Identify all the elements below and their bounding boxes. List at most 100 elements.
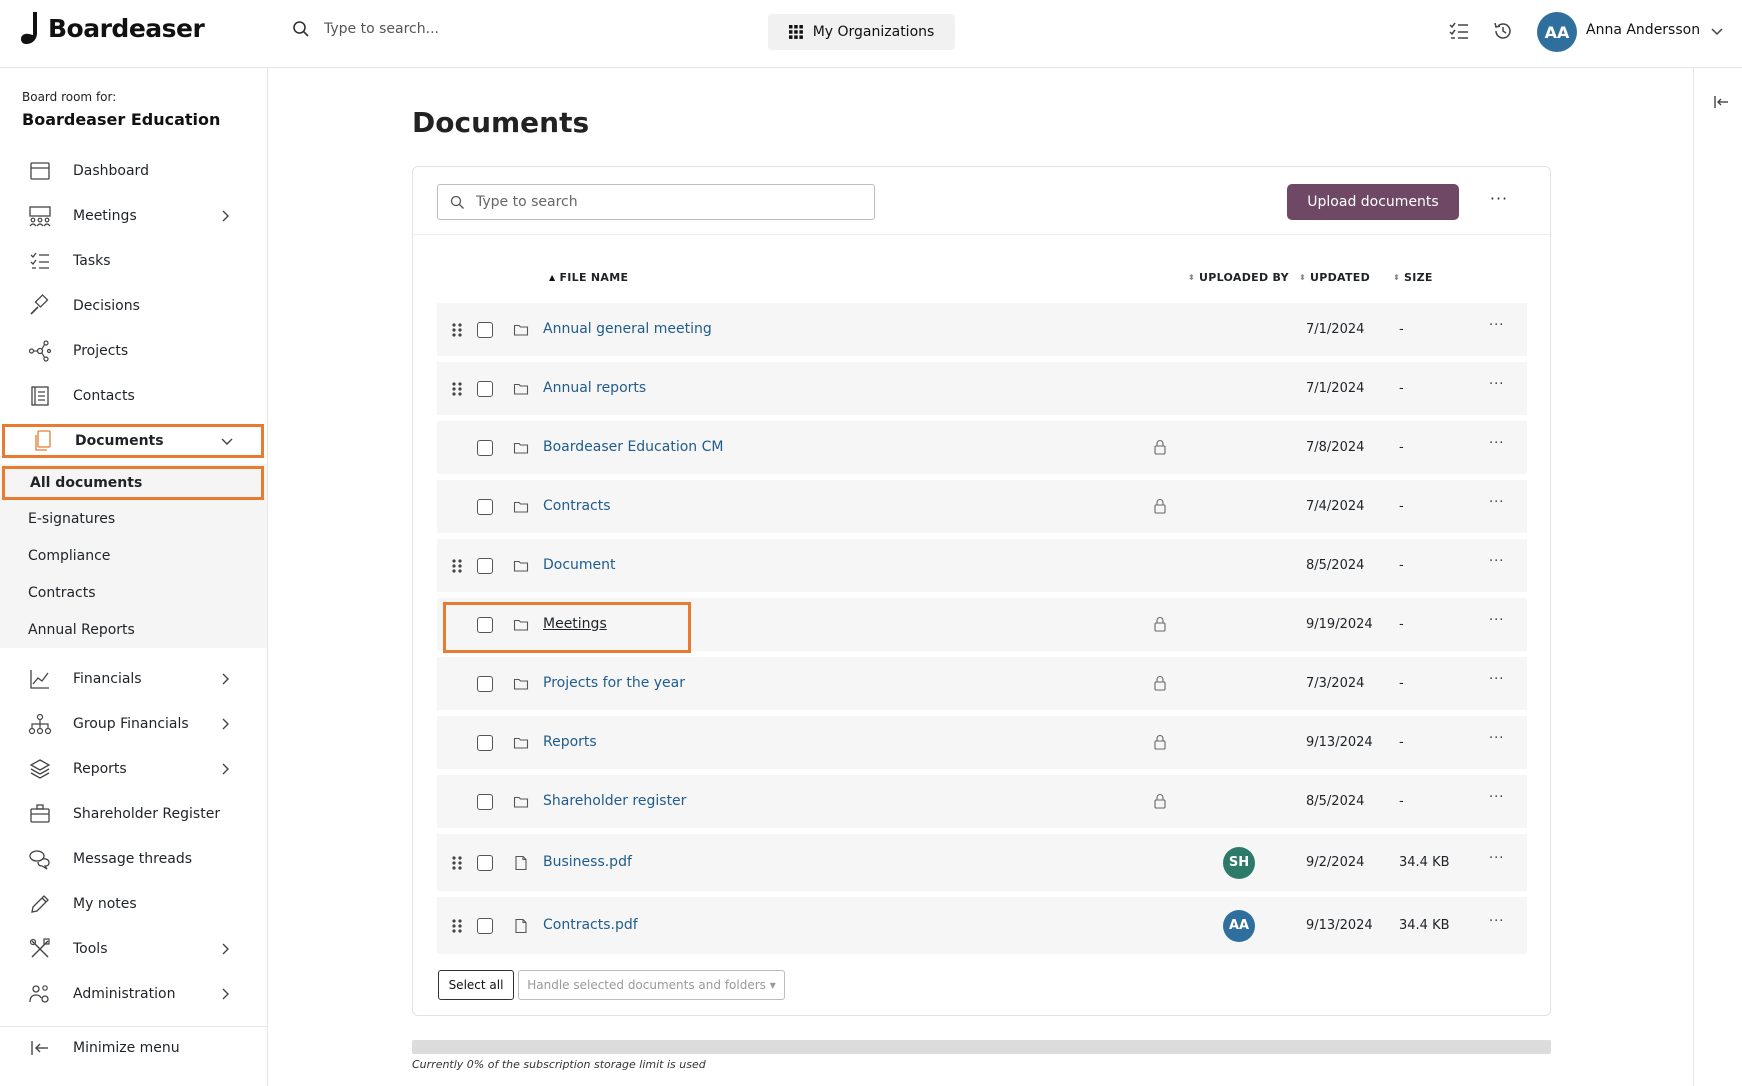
handle-selected-dropdown[interactable]: Handle selected documents and folders ▾ [518,970,785,1000]
sidebar-item-message-threads[interactable]: Message threads [0,839,264,879]
file-size: - [1399,557,1404,573]
task-list-icon[interactable] [1448,20,1470,42]
submenu-item-all-documents[interactable]: All documents [2,466,264,500]
brand-logo[interactable]: Boardeaser [20,10,205,46]
minimize-menu-button[interactable]: Minimize menu [0,1028,264,1068]
sidebar-divider [0,1026,267,1027]
row-more-button[interactable]: ··· [1489,731,1504,746]
sidebar-item-dashboard[interactable]: Dashboard [0,151,264,191]
file-name-link[interactable]: Business.pdf [543,854,632,870]
row-checkbox[interactable] [477,380,493,397]
uploader-avatar: SH [1223,846,1255,879]
sidebar-item-financials[interactable]: Financials [0,659,264,699]
sidebar-item-contacts[interactable]: Contacts [0,376,264,416]
row-more-button[interactable]: ··· [1489,554,1504,569]
toolbar-more-button[interactable]: ··· [1487,189,1511,213]
collapse-panel-icon[interactable] [1713,94,1729,110]
file-size: - [1399,498,1404,514]
table-row[interactable]: Contracts.pdf AA 9/13/2024 34.4 KB ··· [437,897,1527,954]
my-organizations-button[interactable]: My Organizations [768,14,955,50]
file-name-link[interactable]: Reports [543,734,597,750]
sidebar-item-reports[interactable]: Reports [0,749,264,789]
global-search-input[interactable] [324,21,624,37]
row-more-button[interactable]: ··· [1489,851,1504,866]
submenu-item-annual-reports[interactable]: Annual Reports [0,613,267,647]
chevron-down-icon[interactable] [1710,24,1724,38]
table-row[interactable]: Annual general meeting 7/1/2024 - ··· [437,303,1527,356]
row-more-button[interactable]: ··· [1489,318,1504,333]
row-checkbox[interactable] [477,734,493,751]
row-more-button[interactable]: ··· [1489,436,1504,451]
sidebar-item-projects[interactable]: Projects [0,331,264,371]
submenu-item-compliance[interactable]: Compliance [0,539,267,573]
upload-documents-button[interactable]: Upload documents [1287,184,1459,220]
row-more-button[interactable]: ··· [1489,613,1504,628]
select-all-button[interactable]: Select all [438,970,514,1000]
sidebar-item-shareholder-register[interactable]: Shareholder Register [0,794,264,834]
file-name-link[interactable]: Boardeaser Education CM [543,439,723,455]
drag-handle-icon[interactable] [451,322,463,337]
row-checkbox[interactable] [477,917,493,934]
row-checkbox[interactable] [477,793,493,810]
sidebar-item-decisions[interactable]: Decisions [0,286,264,326]
row-more-button[interactable]: ··· [1489,495,1504,510]
updated-date: 9/2/2024 [1306,854,1365,870]
table-row[interactable]: Business.pdf SH 9/2/2024 34.4 KB ··· [437,834,1527,891]
row-checkbox[interactable] [477,439,493,456]
row-checkbox[interactable] [477,854,493,871]
column-header-file-name[interactable]: ▲ FILE NAME [549,271,628,284]
row-checkbox[interactable] [477,498,493,515]
table-row[interactable]: Reports 9/13/2024 - ··· [437,716,1527,769]
file-name-link[interactable]: Contracts [543,498,611,514]
table-row[interactable]: Boardeaser Education CM 7/8/2024 - ··· [437,421,1527,474]
file-name-link[interactable]: Document [543,557,616,573]
column-header-uploaded-by[interactable]: ⬍ UPLOADED BY [1188,271,1289,284]
sidebar-item-label: Tasks [73,253,111,269]
file-name-link[interactable]: Shareholder register [543,793,686,809]
table-row[interactable]: Contracts 7/4/2024 - ··· [437,480,1527,533]
drag-handle-icon[interactable] [451,558,463,573]
global-search[interactable] [292,20,624,38]
file-name-link[interactable]: Projects for the year [543,675,685,691]
documents-search-input[interactable] [476,194,856,210]
drag-handle-icon[interactable] [451,918,463,933]
table-row[interactable]: Document 8/5/2024 - ··· [437,539,1527,592]
file-name-link[interactable]: Annual reports [543,380,646,396]
folder-icon [513,383,529,395]
sidebar-item-tools[interactable]: Tools [0,929,264,969]
submenu-item-e-signatures[interactable]: E-signatures [0,502,267,536]
row-checkbox[interactable] [477,557,493,574]
storage-usage-bar [412,1040,1551,1054]
file-name-link[interactable]: Annual general meeting [543,321,712,337]
table-row[interactable]: Projects for the year 7/3/2024 - ··· [437,657,1527,710]
table-row[interactable]: Shareholder register 8/5/2024 - ··· [437,775,1527,828]
sidebar-item-administration[interactable]: Administration [0,974,264,1014]
sidebar-item-group-financials[interactable]: Group Financials [0,704,264,744]
column-header-size[interactable]: ⬍ SIZE [1393,271,1433,284]
drag-handle-icon[interactable] [451,855,463,870]
drag-handle-icon[interactable] [451,381,463,396]
sidebar-item-meetings[interactable]: Meetings [0,196,264,236]
user-name[interactable]: Anna Andersson [1586,22,1700,38]
row-more-button[interactable]: ··· [1489,790,1504,805]
row-checkbox[interactable] [477,675,493,692]
user-avatar[interactable]: AA [1537,12,1577,52]
row-checkbox[interactable] [477,321,493,338]
row-more-button[interactable]: ··· [1489,377,1504,392]
right-panel-rail [1693,68,1742,1086]
column-header-updated[interactable]: ⬍ UPDATED [1299,271,1370,284]
documents-search[interactable] [437,184,875,220]
file-name-link[interactable]: Contracts.pdf [543,917,638,933]
history-icon[interactable] [1492,20,1514,42]
uploader-avatar: AA [1223,909,1255,942]
chevron-right-icon [222,673,229,685]
row-more-button[interactable]: ··· [1489,672,1504,687]
contact-book-icon [31,386,49,406]
sidebar-item-documents[interactable]: Documents [2,424,264,458]
row-more-button[interactable]: ··· [1489,914,1504,929]
sidebar-item-tasks[interactable]: Tasks [0,241,264,281]
sidebar-item-my-notes[interactable]: My notes [0,884,264,924]
submenu-item-contracts[interactable]: Contracts [0,576,267,610]
table-row[interactable]: Annual reports 7/1/2024 - ··· [437,362,1527,415]
folder-icon [513,678,529,690]
